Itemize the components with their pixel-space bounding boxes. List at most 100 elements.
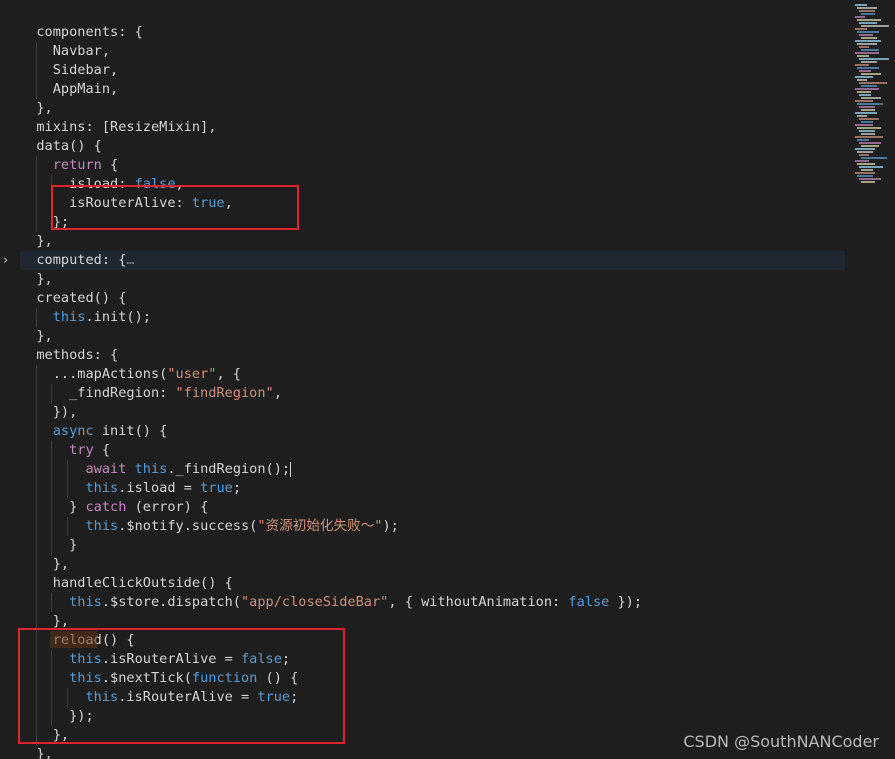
code-token: }, bbox=[20, 746, 53, 759]
code-token: Sidebar, bbox=[20, 62, 119, 78]
code-line[interactable]: }, bbox=[20, 555, 845, 574]
code-line[interactable]: }, bbox=[20, 270, 845, 289]
code-token: , { withoutAnimation: bbox=[388, 594, 569, 610]
minimap-line bbox=[861, 133, 875, 135]
code-line[interactable]: components: { bbox=[20, 23, 845, 42]
code-line[interactable]: Sidebar, bbox=[20, 61, 845, 80]
minimap-line bbox=[859, 142, 881, 144]
indent-guide bbox=[36, 365, 38, 384]
code-token: handleClickOutside() { bbox=[20, 575, 233, 591]
minimap-line bbox=[861, 37, 877, 39]
minimap-line bbox=[857, 7, 877, 9]
minimap-line bbox=[859, 178, 881, 180]
code-line[interactable]: return { bbox=[20, 156, 845, 175]
minimap-line bbox=[861, 85, 877, 87]
indent-guide bbox=[51, 479, 53, 498]
code-line[interactable]: async init() { bbox=[20, 422, 845, 441]
code-token: return bbox=[52, 157, 102, 173]
minimap[interactable] bbox=[845, 0, 895, 759]
code-token: init() { bbox=[93, 423, 168, 439]
code-line[interactable]: created() { bbox=[20, 289, 845, 308]
indent-guide bbox=[36, 517, 38, 536]
indent-guide bbox=[66, 460, 68, 479]
code-token: this bbox=[134, 461, 168, 477]
minimap-line bbox=[855, 112, 877, 114]
minimap-line bbox=[855, 28, 867, 30]
minimap-line bbox=[855, 52, 879, 54]
code-line[interactable]: this.isload = true; bbox=[20, 479, 845, 498]
code-token: }, bbox=[20, 271, 53, 287]
minimap-line bbox=[859, 118, 879, 120]
code-line[interactable]: methods: { bbox=[20, 346, 845, 365]
indent-guide bbox=[36, 175, 38, 194]
minimap-line bbox=[857, 19, 881, 21]
code-line[interactable]: }), bbox=[20, 403, 845, 422]
code-token: ._findRegion(); bbox=[167, 461, 291, 477]
minimap-line bbox=[855, 160, 869, 162]
annotation-box-data bbox=[51, 185, 299, 230]
minimap-line bbox=[859, 34, 873, 36]
code-token: }, bbox=[20, 556, 70, 572]
indent-guide bbox=[36, 308, 38, 327]
code-line[interactable]: mixins: [ResizeMixin], bbox=[20, 118, 845, 137]
code-token: } bbox=[20, 537, 78, 553]
code-line[interactable]: ...mapActions("user", { bbox=[20, 365, 845, 384]
minimap-line bbox=[859, 58, 889, 60]
code-token: this bbox=[52, 309, 86, 325]
indent-guide bbox=[36, 441, 38, 460]
indent-guide bbox=[36, 384, 38, 403]
minimap-line bbox=[855, 124, 873, 126]
code-line[interactable]: handleClickOutside() { bbox=[20, 574, 845, 593]
code-line[interactable]: } catch (error) { bbox=[20, 498, 845, 517]
indent-guide bbox=[51, 517, 53, 536]
code-line[interactable]: this.$store.dispatch("app/closeSideBar",… bbox=[20, 593, 845, 612]
indent-guide bbox=[36, 156, 38, 175]
code-line[interactable]: }, bbox=[20, 99, 845, 118]
text-cursor bbox=[290, 461, 292, 477]
code-line[interactable]: Navbar, bbox=[20, 42, 845, 61]
minimap-line bbox=[861, 61, 877, 63]
code-line[interactable]: computed: {… bbox=[20, 251, 845, 270]
minimap-line bbox=[855, 76, 873, 78]
code-editor[interactable]: › components: { Navbar, Sidebar, AppMain… bbox=[0, 0, 895, 759]
editor-gutter: › bbox=[0, 0, 20, 759]
code-line[interactable]: }, bbox=[20, 232, 845, 251]
minimap-line bbox=[861, 73, 881, 75]
code-line[interactable]: _findRegion: "findRegion", bbox=[20, 384, 845, 403]
code-line[interactable]: } bbox=[20, 536, 845, 555]
indent-guide bbox=[36, 213, 38, 232]
code-token: }, bbox=[20, 233, 53, 249]
folded-ellipsis: … bbox=[126, 252, 135, 268]
minimap-line bbox=[859, 46, 869, 48]
minimap-line bbox=[861, 97, 881, 99]
code-line[interactable]: data() { bbox=[20, 137, 845, 156]
code-line[interactable]: this.init(); bbox=[20, 308, 845, 327]
watermark: CSDN @SouthNANCoder bbox=[683, 732, 879, 751]
indent-guide bbox=[51, 384, 53, 403]
code-line[interactable]: AppMain, bbox=[20, 80, 845, 99]
fold-chevron-right-icon[interactable]: › bbox=[3, 251, 15, 270]
indent-guide bbox=[36, 422, 38, 441]
minimap-line bbox=[861, 157, 887, 159]
code-line[interactable]: }, bbox=[20, 327, 845, 346]
code-token: components: { bbox=[20, 24, 143, 40]
minimap-line bbox=[861, 181, 875, 183]
minimap-line bbox=[857, 127, 881, 129]
code-token: this bbox=[85, 480, 119, 496]
code-line[interactable]: try { bbox=[20, 441, 845, 460]
indent-guide bbox=[36, 479, 38, 498]
code-token: .$store.dispatch( bbox=[101, 594, 241, 610]
code-token: { bbox=[93, 442, 111, 458]
code-token: false bbox=[568, 594, 610, 610]
code-line[interactable]: await this._findRegion(); bbox=[20, 460, 845, 479]
indent-guide bbox=[36, 460, 38, 479]
code-line[interactable]: this.$notify.success("资源初始化失败～"); bbox=[20, 517, 845, 536]
indent-guide bbox=[36, 574, 38, 593]
minimap-line bbox=[855, 100, 873, 102]
code-token: Navbar, bbox=[20, 43, 111, 59]
code-token: ...mapActions( bbox=[20, 366, 168, 382]
minimap-line bbox=[861, 169, 873, 171]
minimap-line bbox=[855, 136, 883, 138]
minimap-line bbox=[857, 43, 877, 45]
